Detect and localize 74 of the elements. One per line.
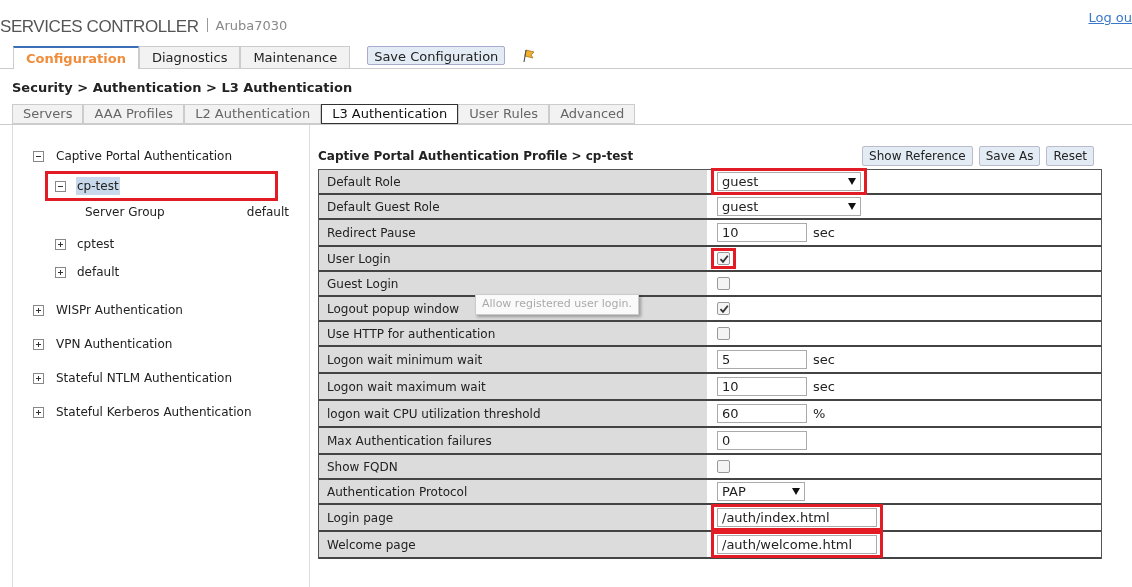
input-field[interactable]: 10: [717, 377, 807, 396]
collapse-icon[interactable]: [33, 150, 44, 162]
detail-label: Server Group: [85, 204, 165, 221]
checkbox[interactable]: [717, 252, 730, 265]
logout-link[interactable]: Log ou: [1088, 8, 1132, 28]
separator-line: [206, 18, 208, 32]
save-configuration-button[interactable]: Save Configuration: [367, 46, 506, 65]
tree-item[interactable]: WISPr Authentication: [56, 301, 183, 319]
unit-label: sec: [813, 377, 835, 396]
checkbox[interactable]: [717, 460, 730, 473]
input-field[interactable]: 10: [717, 223, 807, 242]
nav-tab[interactable]: Diagnostics: [138, 46, 241, 68]
unit-label: %: [813, 404, 826, 423]
expand-icon[interactable]: [33, 372, 44, 384]
field-label: Logon wait maximum wait: [319, 374, 709, 399]
field-label: User Login: [319, 247, 709, 270]
field-label: Logon wait minimum wait: [319, 347, 709, 372]
tree-item[interactable]: Stateful NTLM Authentication: [56, 369, 232, 387]
collapse-icon[interactable]: [55, 180, 66, 192]
input-field[interactable]: 0: [717, 431, 807, 450]
section-tab[interactable]: AAA Profiles: [83, 104, 185, 124]
field-label: Max Authentication failures: [319, 428, 709, 453]
dropdown[interactable]: PAP: [717, 482, 805, 501]
field-label: Default Guest Role: [319, 195, 709, 218]
tree-item[interactable]: Captive Portal Authentication: [56, 147, 233, 165]
field-label: Login page: [319, 505, 709, 530]
checkbox[interactable]: [717, 327, 730, 340]
input-field[interactable]: /auth/welcome.html: [717, 535, 877, 554]
unit-label: sec: [813, 223, 835, 242]
checkbox[interactable]: [717, 302, 730, 315]
field-label: Show FQDN: [319, 455, 709, 478]
dropdown[interactable]: guest: [717, 197, 861, 216]
detail-value: default: [246, 204, 289, 221]
action-button[interactable]: Save As: [978, 146, 1041, 166]
flag-icon[interactable]: [523, 49, 536, 63]
field-label: Default Role: [319, 170, 709, 193]
section-tab[interactable]: Servers: [12, 104, 84, 124]
product-title: SERVICES CONTROLLER: [0, 16, 199, 38]
expand-icon[interactable]: [33, 338, 44, 350]
section-tab[interactable]: L3 Authentication: [321, 104, 459, 124]
field-label: Welcome page: [319, 532, 709, 557]
field-label: logon wait CPU utilization threshold: [319, 401, 709, 426]
section-tab[interactable]: Advanced: [549, 104, 636, 124]
tree-item[interactable]: default: [76, 263, 121, 281]
checkbox[interactable]: [717, 277, 730, 290]
unit-label: sec: [813, 350, 835, 369]
section-tab[interactable]: User Rules: [458, 104, 550, 124]
tree-item[interactable]: cp-test: [76, 177, 120, 195]
field-label: Guest Login: [319, 272, 709, 295]
tree-item[interactable]: VPN Authentication: [56, 335, 173, 353]
section-tab[interactable]: L2 Authentication: [184, 104, 322, 124]
tree-item[interactable]: cptest: [76, 235, 116, 253]
profile-title: Captive Portal Authentication Profile > cp-test: [318, 148, 634, 165]
input-field[interactable]: 60: [717, 404, 807, 423]
action-button[interactable]: Reset: [1046, 146, 1094, 166]
field-label: Redirect Pause: [319, 220, 709, 245]
tooltip: Allow registered user login.: [475, 294, 640, 315]
caret-icon: [792, 488, 800, 495]
nav-tab[interactable]: Maintenance: [240, 46, 351, 68]
field-label: Authentication Protocol: [319, 480, 709, 503]
expand-icon[interactable]: [55, 238, 66, 250]
expand-icon[interactable]: [33, 406, 44, 418]
field-label: Use HTTP for authentication: [319, 322, 709, 345]
caret-icon: [848, 203, 856, 210]
action-button[interactable]: Show Reference: [862, 146, 973, 166]
tree-item[interactable]: Stateful Kerberos Authentication: [56, 403, 252, 421]
dropdown[interactable]: guest: [717, 172, 861, 191]
input-field[interactable]: 5: [717, 350, 807, 369]
input-field[interactable]: /auth/index.html: [717, 508, 877, 527]
expand-icon[interactable]: [33, 304, 44, 316]
caret-icon: [848, 178, 856, 185]
breadcrumb: Security > Authentication > L3 Authentication: [11, 79, 354, 97]
expand-icon[interactable]: [55, 266, 66, 278]
device-name: Aruba7030: [215, 17, 288, 35]
